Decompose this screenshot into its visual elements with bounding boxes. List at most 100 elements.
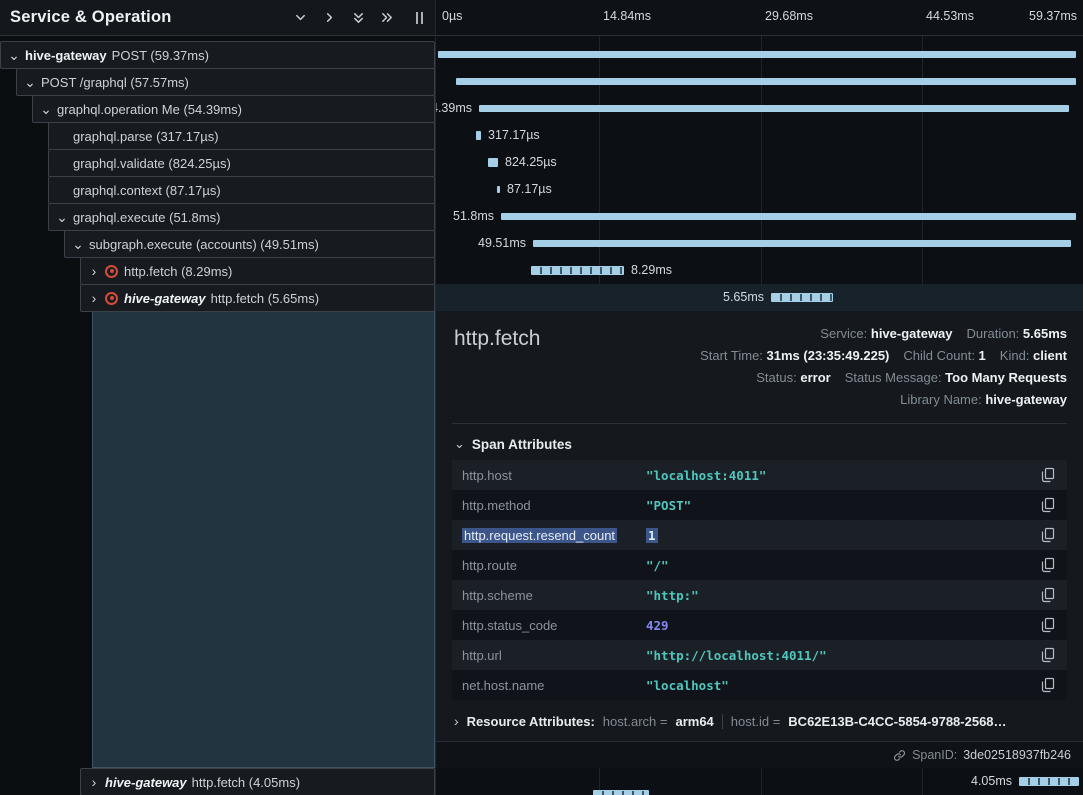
span-id-value: 3de02518937fb246 (963, 748, 1071, 762)
attribute-row: net.host.name "localhost" (452, 670, 1067, 700)
chevron-down-icon[interactable]: ⌄ (71, 236, 85, 253)
tree-row[interactable]: › http.fetch (8.29ms) (80, 257, 435, 285)
tree-row[interactable]: ⌄ graphql.execute (51.8ms) (48, 203, 435, 231)
error-status-icon (105, 265, 118, 278)
collapse-all-icon[interactable] (348, 8, 368, 28)
meta-label: Start Time: (700, 348, 766, 363)
copy-icon[interactable] (1037, 644, 1059, 666)
copy-icon[interactable] (1037, 494, 1059, 516)
meta-value: 31ms (23:35:49.225) (767, 348, 890, 363)
trace-viewer: 54.39ms 317.17µs 824.25µs 87.17µs 51.8ms… (0, 0, 1083, 795)
operation-label: graphql.operation Me (54.39ms) (57, 102, 242, 117)
time-tick: 44.53ms (926, 9, 974, 23)
copy-icon[interactable] (1037, 524, 1059, 546)
copy-icon[interactable] (1037, 584, 1059, 606)
attribute-key[interactable]: http.url (462, 648, 646, 663)
tree-row[interactable]: graphql.parse (317.17µs) (48, 122, 435, 150)
attribute-key[interactable]: http.route (462, 558, 646, 573)
copy-icon[interactable] (1037, 614, 1059, 636)
time-tick: 29.68ms (765, 9, 813, 23)
tree-row[interactable]: graphql.validate (824.25µs) (48, 149, 435, 177)
meta-value: 1 (979, 348, 986, 363)
meta-label: Library Name: (900, 392, 985, 407)
tree-row[interactable]: ⌄ POST /graphql (57.57ms) (16, 68, 435, 96)
operation-label: graphql.context (87.17µs) (73, 183, 221, 198)
divider (722, 714, 723, 729)
attribute-value[interactable]: "POST" (646, 498, 1037, 513)
meta-label: Status Message: (845, 370, 945, 385)
copy-icon[interactable] (1037, 464, 1059, 486)
chevron-right-icon[interactable] (319, 8, 339, 28)
operation-label: http.fetch (8.29ms) (124, 264, 232, 279)
meta-label: Status: (756, 370, 800, 385)
meta-value: hive-gateway (985, 392, 1067, 407)
operation-label: POST (59.37ms) (112, 48, 209, 63)
link-icon[interactable] (893, 749, 906, 762)
chevron-down-icon[interactable]: ⌄ (23, 74, 37, 91)
attribute-value[interactable]: "localhost:4011" (646, 468, 1037, 483)
attribute-value[interactable]: "http:" (646, 588, 1037, 603)
span-title: http.fetch (454, 327, 540, 351)
copy-icon[interactable] (1037, 554, 1059, 576)
chevron-down-icon[interactable]: ⌄ (39, 101, 53, 118)
resource-attr-key: host.arch = (603, 714, 668, 729)
operation-label: http.fetch (5.65ms) (211, 291, 319, 306)
expand-all-icon[interactable] (377, 8, 397, 28)
attribute-row: http.host "localhost:4011" (452, 460, 1067, 490)
resource-attributes-row[interactable]: › Resource Attributes: host.arch = arm64… (454, 713, 1065, 729)
meta-value: client (1033, 348, 1067, 363)
span-attributes-header[interactable]: ⌄ Span Attributes (436, 424, 1083, 460)
tree-header: Service & Operation (0, 0, 435, 36)
attribute-key[interactable]: http.host (462, 468, 646, 483)
tree-row[interactable]: ⌄ hive-gateway POST (59.37ms) (0, 41, 435, 69)
time-tick: 59.37ms (1029, 9, 1077, 23)
chevron-down-icon[interactable]: ⌄ (7, 47, 21, 64)
time-tick: 14.84ms (603, 9, 651, 23)
attribute-key[interactable]: http.request.resend_count (462, 528, 646, 543)
error-status-icon (105, 292, 118, 305)
chevron-right-icon[interactable]: › (87, 774, 101, 790)
detail-meta-line: Status: error Status Message: Too Many Re… (452, 367, 1067, 389)
operation-label: http.fetch (4.05ms) (192, 775, 300, 790)
span-id-bar: SpanID: 3de02518937fb246 (436, 741, 1083, 768)
detail-meta-line: Service: hive-gatewayDuration: 5.65ms (452, 323, 1067, 345)
panel-title: Service & Operation (10, 8, 281, 27)
operation-label: graphql.parse (317.17µs) (73, 129, 219, 144)
operation-label: POST /graphql (57.57ms) (41, 75, 189, 90)
time-tick: 0µs (442, 9, 462, 23)
span-detail-panel: http.fetch Service: hive-gatewayDuration… (435, 311, 1083, 768)
attribute-key[interactable]: net.host.name (462, 678, 646, 693)
tree-row[interactable]: graphql.context (87.17µs) (48, 176, 435, 204)
attribute-value[interactable]: "localhost" (646, 678, 1037, 693)
meta-value: error (800, 370, 830, 385)
attribute-row: http.scheme "http:" (452, 580, 1067, 610)
attribute-key[interactable]: http.scheme (462, 588, 646, 603)
meta-value: Too Many Requests (945, 370, 1067, 385)
attribute-value[interactable]: "/" (646, 558, 1037, 573)
tree-row[interactable]: ⌄ graphql.operation Me (54.39ms) (32, 95, 435, 123)
meta-label: Child Count: (903, 348, 978, 363)
service-name: hive-gateway (25, 48, 107, 63)
operation-label: graphql.validate (824.25µs) (73, 156, 231, 171)
chevron-down-icon[interactable]: ⌄ (55, 209, 69, 226)
attribute-key[interactable]: http.method (462, 498, 646, 513)
tree-row[interactable]: › hive-gateway http.fetch (5.65ms) (80, 284, 435, 312)
chevron-right-icon[interactable]: › (87, 290, 101, 306)
attribute-value[interactable]: 1 (646, 528, 1037, 543)
attribute-value[interactable]: 429 (646, 618, 1037, 633)
attribute-value[interactable]: "http://localhost:4011/" (646, 648, 1037, 663)
meta-value: 5.65ms (1023, 326, 1067, 341)
tree-row[interactable]: › hive-gateway http.fetch (4.05ms) (80, 768, 435, 795)
chevron-down-icon[interactable] (290, 8, 310, 28)
operation-label: graphql.execute (51.8ms) (73, 210, 220, 225)
resize-handle[interactable] (409, 8, 429, 28)
tree-row[interactable]: ⌄ subgraph.execute (accounts) (49.51ms) (64, 230, 435, 258)
chevron-right-icon[interactable]: › (87, 263, 101, 279)
operation-label: subgraph.execute (accounts) (49.51ms) (89, 237, 319, 252)
copy-icon[interactable] (1037, 674, 1059, 696)
attribute-row: http.method "POST" (452, 490, 1067, 520)
chevron-right-icon: › (454, 713, 459, 729)
attribute-row: http.route "/" (452, 550, 1067, 580)
attribute-key[interactable]: http.status_code (462, 618, 646, 633)
detail-meta-line: Start Time: 31ms (23:35:49.225) Child Cou… (452, 345, 1067, 367)
